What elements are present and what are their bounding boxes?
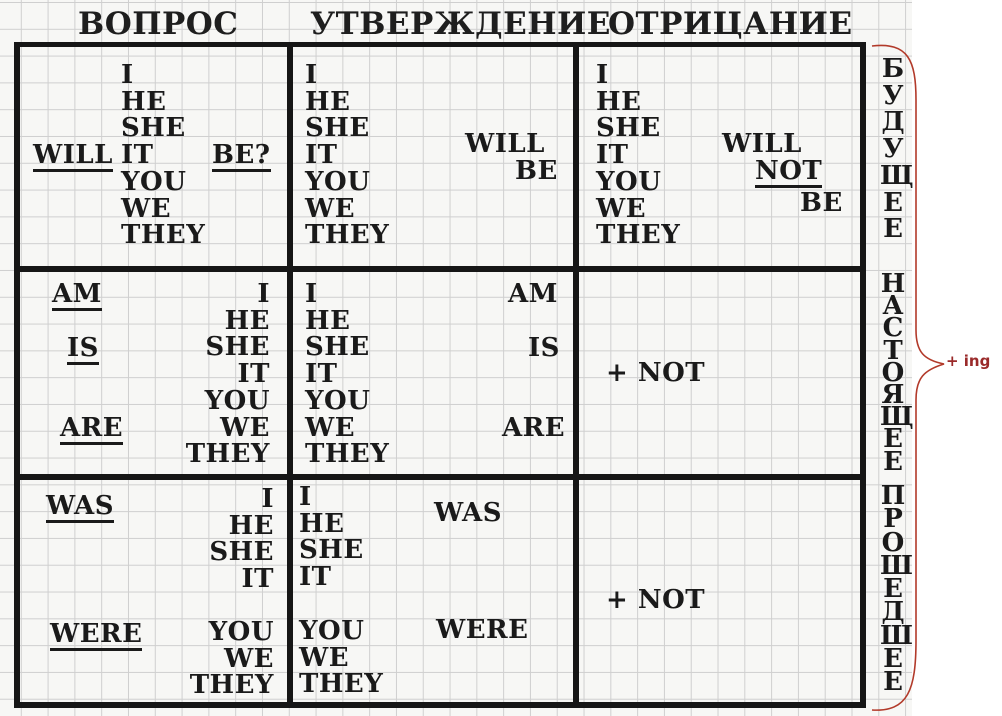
pronoun: SHE: [596, 113, 661, 144]
pronoun: I: [305, 60, 318, 90]
future-question-pronouns: I HE SHE IT YOU WE THEY: [121, 62, 205, 249]
future-affirm-will: WILL: [465, 129, 545, 159]
past-neg-not: + NOT: [606, 585, 706, 615]
grid-line-bottom: [14, 702, 865, 708]
ing-annotation: + ing: [946, 352, 991, 370]
pronoun: WE: [223, 643, 274, 674]
pronoun: WE: [596, 193, 647, 224]
pronoun: I: [299, 482, 312, 512]
past-affirm-was: WAS: [434, 498, 502, 528]
pronoun: SHE: [121, 113, 186, 144]
pronoun: HE: [299, 508, 345, 539]
curly-brace-annotation: [871, 44, 945, 711]
pronoun: THEY: [189, 670, 274, 701]
present-question-am: AM: [52, 279, 102, 311]
pronoun: YOU: [596, 166, 662, 197]
future-neg-pronouns: I HE SHE IT YOU WE THEY: [596, 62, 680, 249]
header-affirmation: УТВЕРЖДЕНИЕ: [310, 6, 611, 42]
pronoun: IT: [299, 562, 332, 593]
grid-line-col-2: [573, 42, 579, 708]
pronoun: I: [305, 279, 318, 309]
future-affirm-be: BE: [515, 156, 558, 186]
pronoun: YOU: [299, 616, 365, 646]
pronoun: IT: [237, 359, 270, 390]
present-affirm-am: AM: [508, 279, 558, 309]
header-question: ВОПРОС: [78, 6, 239, 42]
future-neg-not: NOT: [755, 156, 823, 188]
future-neg-will: WILL: [722, 129, 802, 159]
pronoun: SHE: [299, 535, 364, 566]
pronoun: HE: [305, 305, 351, 336]
present-question-are: ARE: [60, 413, 124, 445]
future-question-will: WILL: [33, 140, 113, 172]
future-neg-be: BE: [800, 188, 843, 218]
graph-paper-table: ВОПРОС УТВЕРЖДЕНИЕ ОТРИЦАНИЕ WILL I HE S…: [0, 0, 914, 716]
pronoun: HE: [224, 305, 270, 336]
pronoun: I: [596, 60, 609, 90]
grid-line-col-1: [287, 42, 293, 708]
grid-line-top: [14, 42, 865, 47]
pronoun: WE: [305, 412, 356, 443]
pronoun: WE: [121, 193, 172, 224]
past-question-pronouns-bottom: YOU WE THEY: [180, 619, 274, 699]
grid-line-row-1: [14, 266, 865, 272]
pronoun: HE: [305, 86, 351, 117]
future-affirm-pronouns: I HE SHE IT YOU WE THEY: [305, 62, 389, 249]
present-affirm-pronouns: I HE SHE IT YOU WE THEY: [305, 281, 389, 468]
grid-line-right: [860, 42, 866, 708]
present-affirm-is: IS: [528, 333, 560, 363]
pronoun: YOU: [305, 166, 371, 197]
pronoun: I: [121, 60, 134, 90]
past-affirm-pronouns-top: I HE SHE IT: [299, 484, 364, 591]
pronoun: HE: [228, 510, 274, 541]
past-affirm-were: WERE: [436, 615, 529, 645]
pronoun: THEY: [185, 439, 270, 470]
pronoun: SHE: [205, 332, 270, 363]
pronoun: THEY: [121, 220, 206, 251]
pronoun: IT: [241, 564, 274, 595]
pronoun: I: [261, 484, 274, 514]
past-question-was: WAS: [46, 491, 114, 523]
pronoun: WE: [219, 412, 270, 443]
pronoun: IT: [121, 140, 154, 171]
present-question-pronouns: I HE SHE IT YOU WE THEY: [182, 281, 270, 468]
pronoun: IT: [596, 140, 629, 171]
pronoun: YOU: [208, 617, 274, 647]
grid-line-row-2: [14, 474, 865, 480]
pronoun: THEY: [299, 669, 384, 700]
grid-line-left: [14, 42, 20, 708]
past-question-pronouns-top: I HE SHE IT: [190, 486, 274, 593]
present-neg-not: + NOT: [606, 358, 706, 388]
pronoun: SHE: [305, 332, 370, 363]
pronoun: THEY: [305, 220, 390, 251]
pronoun: YOU: [305, 385, 371, 416]
header-negation: ОТРИЦАНИЕ: [608, 6, 853, 42]
pronoun: THEY: [305, 439, 390, 470]
present-affirm-are: ARE: [502, 413, 566, 443]
past-affirm-pronouns-bottom: YOU WE THEY: [299, 618, 383, 698]
present-question-is: IS: [67, 333, 99, 365]
pronoun: HE: [121, 86, 167, 117]
pronoun: YOU: [204, 385, 270, 416]
pronoun: HE: [596, 86, 642, 117]
pronoun: WE: [305, 193, 356, 224]
pronoun: IT: [305, 359, 338, 390]
past-question-were: WERE: [50, 619, 143, 651]
pronoun: SHE: [305, 113, 370, 144]
pronoun: THEY: [596, 220, 681, 251]
pronoun: I: [257, 279, 270, 309]
future-question-be: BE?: [212, 140, 271, 172]
pronoun: IT: [305, 140, 338, 171]
pronoun: SHE: [209, 537, 274, 568]
pronoun: WE: [299, 642, 350, 673]
pronoun: YOU: [121, 166, 187, 197]
